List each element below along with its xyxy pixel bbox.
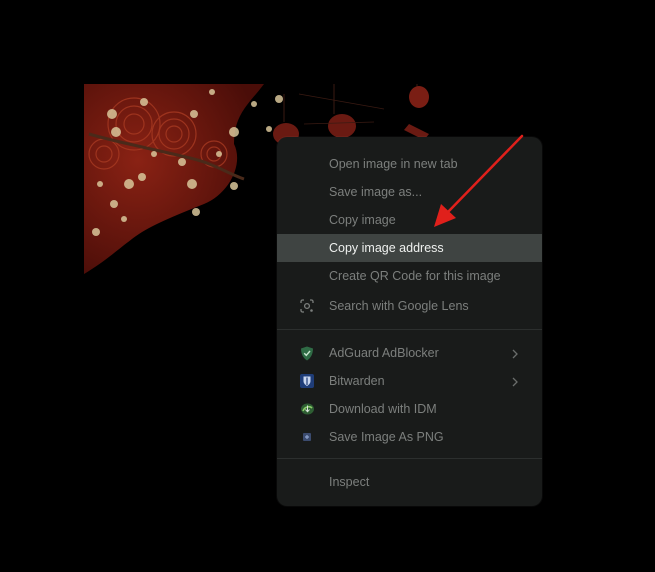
menu-item-label: Open image in new tab <box>329 157 458 171</box>
menu-item-label: Inspect <box>329 475 370 489</box>
adguard-shield-icon <box>299 345 315 361</box>
menu-item-copy-image-address[interactable]: Copy image address <box>277 234 542 262</box>
menu-item-label: Bitwarden <box>329 374 385 388</box>
google-lens-icon <box>299 298 315 314</box>
menu-item-label: Copy image <box>329 213 396 227</box>
menu-item-label: Copy image address <box>329 241 444 255</box>
menu-item-adguard[interactable]: AdGuard AdBlocker <box>277 339 542 367</box>
menu-item-label: Search with Google Lens <box>329 299 469 313</box>
menu-item-create-qr-code[interactable]: Create QR Code for this image <box>277 262 542 290</box>
menu-separator <box>277 329 542 330</box>
menu-item-save-image-png[interactable]: Save Image As PNG <box>277 423 542 451</box>
menu-item-copy-image[interactable]: Copy image <box>277 206 542 234</box>
menu-item-bitwarden[interactable]: Bitwarden <box>277 367 542 395</box>
save-png-icon <box>299 429 315 445</box>
idm-icon <box>299 401 315 417</box>
hanging-lanterns <box>273 84 429 145</box>
desktop-background: { "context_menu": { "items": [ {"label":… <box>0 0 655 572</box>
menu-item-label: Download with IDM <box>329 402 437 416</box>
menu-item-save-image-as[interactable]: Save image as... <box>277 178 542 206</box>
chevron-right-icon <box>512 376 518 390</box>
menu-item-label: Save Image As PNG <box>329 430 444 444</box>
menu-item-inspect[interactable]: Inspect <box>277 468 542 496</box>
context-menu: Open image in new tab Save image as... C… <box>277 137 542 506</box>
menu-item-search-google-lens[interactable]: Search with Google Lens <box>277 292 542 320</box>
menu-item-label: Create QR Code for this image <box>329 269 501 283</box>
menu-separator <box>277 458 542 459</box>
menu-item-label: AdGuard AdBlocker <box>329 346 439 360</box>
menu-item-open-image-new-tab[interactable]: Open image in new tab <box>277 150 542 178</box>
menu-item-download-idm[interactable]: Download with IDM <box>277 395 542 423</box>
bitwarden-icon <box>299 373 315 389</box>
menu-item-label: Save image as... <box>329 185 423 199</box>
chevron-right-icon <box>512 348 518 362</box>
